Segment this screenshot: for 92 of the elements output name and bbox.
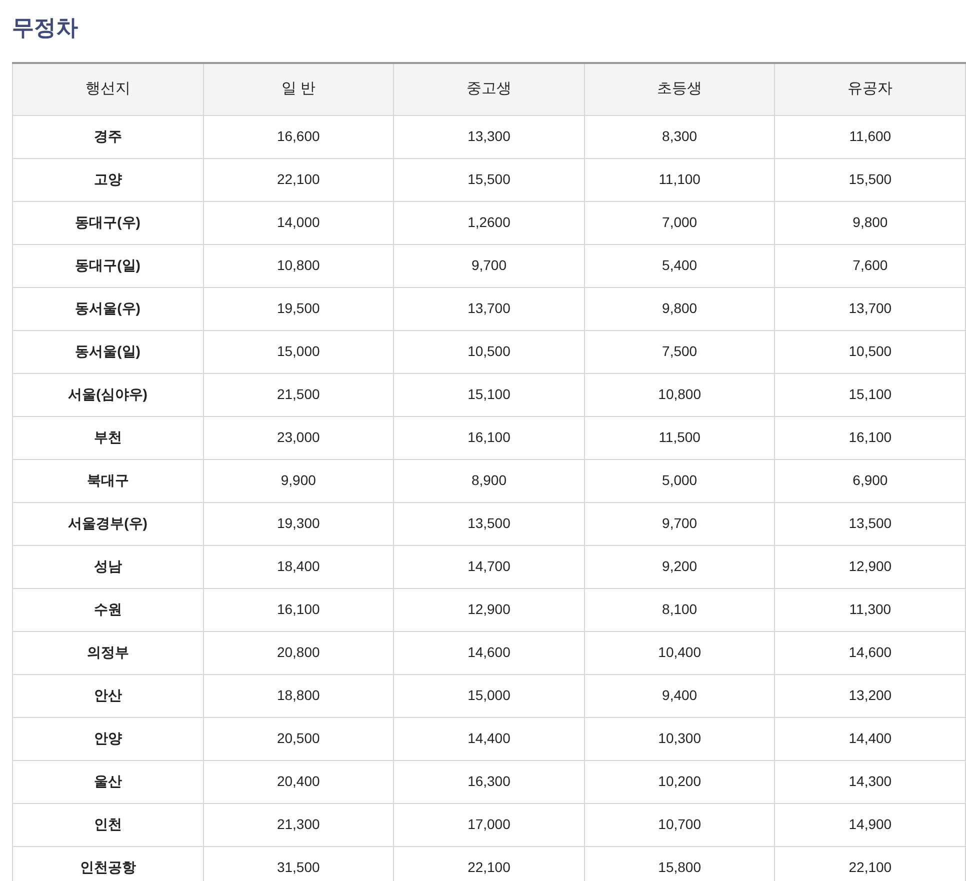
destination-cell: 안양: [12, 717, 204, 760]
fare-cell: 10,300: [584, 717, 775, 760]
destination-cell: 의정부: [12, 631, 204, 674]
fare-cell: 10,400: [584, 631, 775, 674]
fare-cell: 10,700: [584, 803, 775, 846]
fare-cell: 19,500: [203, 287, 394, 330]
destination-cell: 북대구: [12, 459, 204, 502]
fare-cell: 13,700: [394, 287, 584, 330]
fare-cell: 7,500: [584, 330, 775, 373]
fare-cell: 14,400: [774, 717, 966, 760]
fare-cell: 7,000: [584, 201, 775, 244]
page-title: 무정차: [12, 14, 78, 42]
fare-cell: 9,900: [203, 459, 394, 502]
column-header: 유공자: [774, 63, 966, 115]
destination-cell: 인천공항: [12, 846, 204, 881]
fare-cell: 8,900: [394, 459, 584, 502]
fare-cell: 21,300: [203, 803, 394, 846]
fare-cell: 9,200: [584, 545, 775, 588]
fare-cell: 20,400: [203, 760, 394, 803]
fare-cell: 9,800: [774, 201, 966, 244]
destination-cell: 동서울(우): [12, 287, 204, 330]
fare-cell: 14,600: [774, 631, 966, 674]
fare-cell: 9,700: [584, 502, 775, 545]
fare-cell: 14,300: [774, 760, 966, 803]
fare-cell: 9,700: [394, 244, 584, 287]
fare-cell: 12,900: [394, 588, 584, 631]
fare-cell: 16,100: [203, 588, 394, 631]
fare-cell: 10,800: [203, 244, 394, 287]
destination-cell: 부천: [12, 416, 204, 459]
fare-cell: 15,000: [394, 674, 584, 717]
fare-cell: 6,900: [774, 459, 966, 502]
fare-cell: 9,400: [584, 674, 775, 717]
destination-cell: 고양: [12, 158, 204, 201]
fare-cell: 14,400: [394, 717, 584, 760]
fare-cell: 15,500: [394, 158, 584, 201]
fare-cell: 11,600: [774, 115, 966, 158]
destination-cell: 서울경부(우): [12, 502, 204, 545]
destination-cell: 인천: [12, 803, 204, 846]
fare-cell: 18,400: [203, 545, 394, 588]
fare-cell: 10,500: [394, 330, 584, 373]
fare-cell: 5,400: [584, 244, 775, 287]
column-header: 일 반: [203, 63, 394, 115]
column-header: 중고생: [394, 63, 584, 115]
destination-cell: 안산: [12, 674, 204, 717]
fare-cell: 23,000: [203, 416, 394, 459]
fare-cell: 8,100: [584, 588, 775, 631]
fare-cell: 16,300: [394, 760, 584, 803]
fare-cell: 16,100: [394, 416, 584, 459]
destination-cell: 동대구(우): [12, 201, 204, 244]
fare-cell: 13,700: [774, 287, 966, 330]
fare-cell: 18,800: [203, 674, 394, 717]
fare-cell: 16,100: [774, 416, 966, 459]
destination-cell: 수원: [12, 588, 204, 631]
fare-cell: 11,500: [584, 416, 775, 459]
fare-cell: 13,200: [774, 674, 966, 717]
fare-cell: 5,000: [584, 459, 775, 502]
destination-cell: 울산: [12, 760, 204, 803]
fare-cell: 11,100: [584, 158, 775, 201]
fare-cell: 19,300: [203, 502, 394, 545]
fare-cell: 15,100: [774, 373, 966, 416]
fare-cell: 22,100: [203, 158, 394, 201]
fare-cell: 10,500: [774, 330, 966, 373]
fare-cell: 10,200: [584, 760, 775, 803]
fare-cell: 8,300: [584, 115, 775, 158]
fare-cell: 1,2600: [394, 201, 584, 244]
fare-cell: 11,300: [774, 588, 966, 631]
fare-cell: 17,000: [394, 803, 584, 846]
destination-cell: 경주: [12, 115, 204, 158]
fare-cell: 12,900: [774, 545, 966, 588]
destination-cell: 동서울(일): [12, 330, 204, 373]
fare-cell: 15,100: [394, 373, 584, 416]
column-header: 행선지: [12, 63, 204, 115]
destination-cell: 성남: [12, 545, 204, 588]
destination-cell: 서울(심야우): [12, 373, 204, 416]
fare-cell: 14,700: [394, 545, 584, 588]
fare-cell: 10,800: [584, 373, 775, 416]
fare-cell: 21,500: [203, 373, 394, 416]
fare-cell: 14,900: [774, 803, 966, 846]
fare-cell: 20,800: [203, 631, 394, 674]
fare-cell: 14,000: [203, 201, 394, 244]
fare-cell: 14,600: [394, 631, 584, 674]
fare-cell: 13,500: [394, 502, 584, 545]
fare-cell: 15,500: [774, 158, 966, 201]
fare-cell: 13,500: [774, 502, 966, 545]
fare-cell: 20,500: [203, 717, 394, 760]
fare-cell: 15,000: [203, 330, 394, 373]
destination-cell: 동대구(일): [12, 244, 204, 287]
fare-cell: 9,800: [584, 287, 775, 330]
fare-cell: 13,300: [394, 115, 584, 158]
fare-cell: 7,600: [774, 244, 966, 287]
column-header: 초등생: [584, 63, 775, 115]
fare-cell: 16,600: [203, 115, 394, 158]
